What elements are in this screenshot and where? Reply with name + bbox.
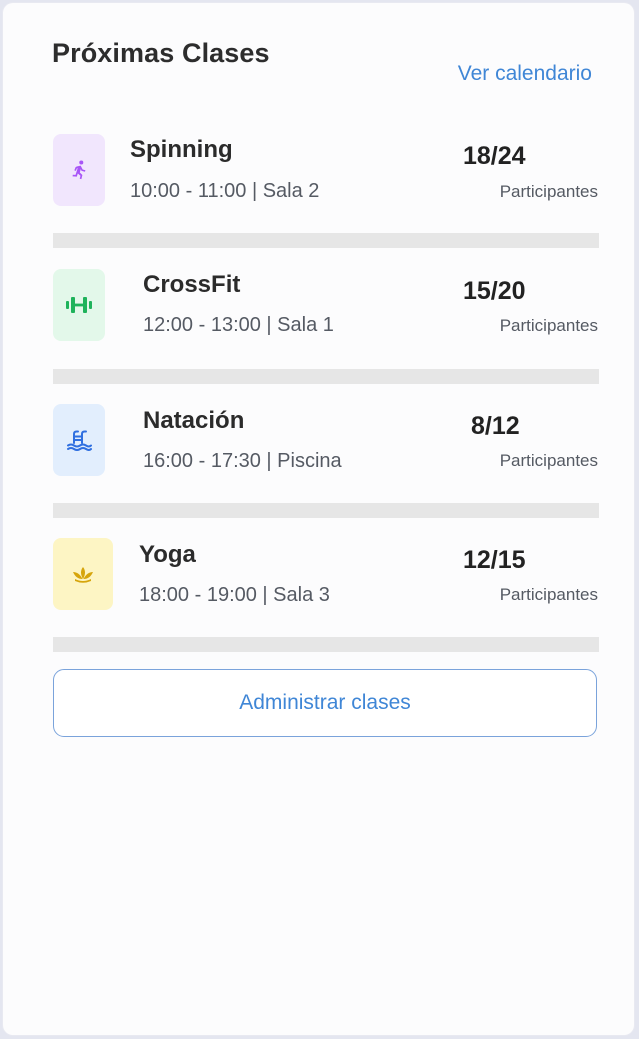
participant-count: 8/12 (471, 412, 520, 440)
participant-count: 15/20 (463, 277, 526, 305)
class-row-crossfit[interactable]: CrossFit 12:00 - 13:00 | Sala 1 15/20 Pa… (50, 265, 598, 355)
row-divider (53, 637, 599, 652)
dumbbell-icon (53, 269, 105, 341)
class-name: Yoga (139, 541, 196, 568)
class-schedule: 12:00 - 13:00 | Sala 1 (143, 314, 334, 336)
class-name: CrossFit (143, 271, 241, 298)
participant-count: 18/24 (463, 142, 526, 170)
lotus-icon (53, 538, 113, 610)
participant-label: Participantes (499, 585, 598, 604)
row-divider (53, 503, 599, 518)
class-row-natacion[interactable]: Natación 16:00 - 17:30 | Piscina 8/12 Pa… (50, 400, 598, 490)
participant-label: Participantes (499, 451, 598, 470)
participant-label: Participantes (499, 316, 598, 335)
participant-count: 12/15 (463, 546, 526, 574)
participant-label: Participantes (499, 182, 598, 201)
upcoming-classes-card: Próximas Clases Ver calendario Spinning … (3, 3, 634, 1035)
pool-icon (53, 404, 105, 476)
class-name: Spinning (130, 136, 233, 163)
view-calendar-link[interactable]: Ver calendario (458, 62, 592, 86)
row-divider (53, 369, 599, 384)
class-row-yoga[interactable]: Yoga 18:00 - 19:00 | Sala 3 12/15 Partic… (50, 535, 598, 625)
class-schedule: 18:00 - 19:00 | Sala 3 (139, 584, 330, 606)
class-name: Natación (143, 407, 245, 434)
running-person-icon (53, 134, 105, 206)
row-divider (53, 233, 599, 248)
class-schedule: 10:00 - 11:00 | Sala 2 (130, 180, 320, 202)
class-row-spinning[interactable]: Spinning 10:00 - 11:00 | Sala 2 18/24 Pa… (50, 131, 598, 221)
card-title: Próximas Clases (52, 38, 270, 68)
class-schedule: 16:00 - 17:30 | Piscina (143, 450, 342, 472)
manage-classes-button[interactable]: Administrar clases (53, 669, 597, 737)
